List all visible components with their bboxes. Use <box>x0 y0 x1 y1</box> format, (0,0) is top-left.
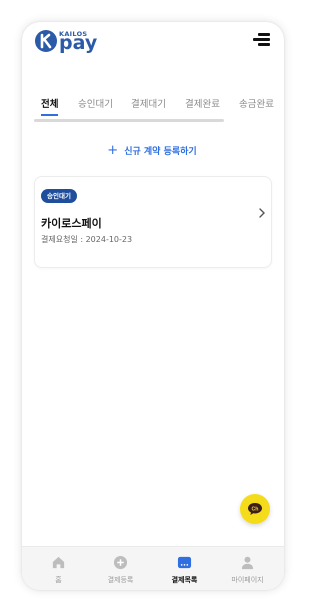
tab-pending-approval[interactable]: 승인대기 <box>78 96 113 110</box>
menu-button[interactable] <box>250 32 272 48</box>
app-header: KAILOS pay <box>22 22 284 62</box>
tabs-scrollbar[interactable] <box>34 119 224 122</box>
phone-frame: KAILOS pay 전체 승인대기 결제대기 결제완료 송금완료 + 신규 계… <box>22 22 284 590</box>
user-icon <box>241 556 254 570</box>
status-tabs: 전체 승인대기 결제대기 결제완료 송금완료 <box>34 92 284 122</box>
chevron-right-icon <box>259 208 265 218</box>
nav-mypage-label: 마이페이지 <box>231 576 264 584</box>
tab-payment-complete[interactable]: 결제완료 <box>185 96 220 110</box>
nav-payment-list-label: 결제목록 <box>171 576 198 584</box>
tab-transfer-complete[interactable]: 송금완료 <box>239 96 274 110</box>
kakao-chat-button[interactable]: Ch <box>240 494 270 524</box>
bottom-navigation: 홈 결제등록 결제목록 마이페이지 <box>22 546 284 590</box>
kakao-chat-icon: Ch <box>248 503 262 515</box>
menu-icon-line <box>258 43 270 46</box>
contract-title: 카이로스페이 <box>41 217 102 230</box>
nav-payment-register[interactable]: 결제등록 <box>88 547 153 590</box>
nav-payment-list[interactable]: 결제목록 <box>152 547 217 590</box>
payment-request-date: 결제요청일 : 2024-10-23 <box>41 235 133 244</box>
list-icon <box>177 556 192 569</box>
nav-home[interactable]: 홈 <box>26 547 91 590</box>
kailos-pay-logo[interactable]: KAILOS pay <box>34 28 104 54</box>
plus-circle-icon <box>113 555 128 570</box>
tab-pending-payment[interactable]: 결제대기 <box>131 96 166 110</box>
nav-mypage[interactable]: 마이페이지 <box>215 547 280 590</box>
contract-card[interactable]: 승인대기 카이로스페이 결제요청일 : 2024-10-23 <box>34 176 272 268</box>
fab-label: Ch <box>252 506 259 512</box>
active-tab-indicator <box>41 114 58 116</box>
nav-payment-register-label: 결제등록 <box>107 576 134 584</box>
new-contract-label: 신규 계약 등록하기 <box>124 146 197 157</box>
menu-icon-line <box>258 33 270 36</box>
tab-all[interactable]: 전체 <box>41 96 58 110</box>
logo-wordmark: pay <box>59 32 98 54</box>
new-contract-button[interactable]: + 신규 계약 등록하기 <box>82 140 222 160</box>
menu-icon-line <box>253 38 270 41</box>
status-badge: 승인대기 <box>41 189 77 203</box>
logo-k-icon <box>35 30 57 52</box>
plus-icon: + <box>107 142 119 158</box>
nav-home-label: 홈 <box>55 576 62 584</box>
home-icon <box>52 556 65 569</box>
